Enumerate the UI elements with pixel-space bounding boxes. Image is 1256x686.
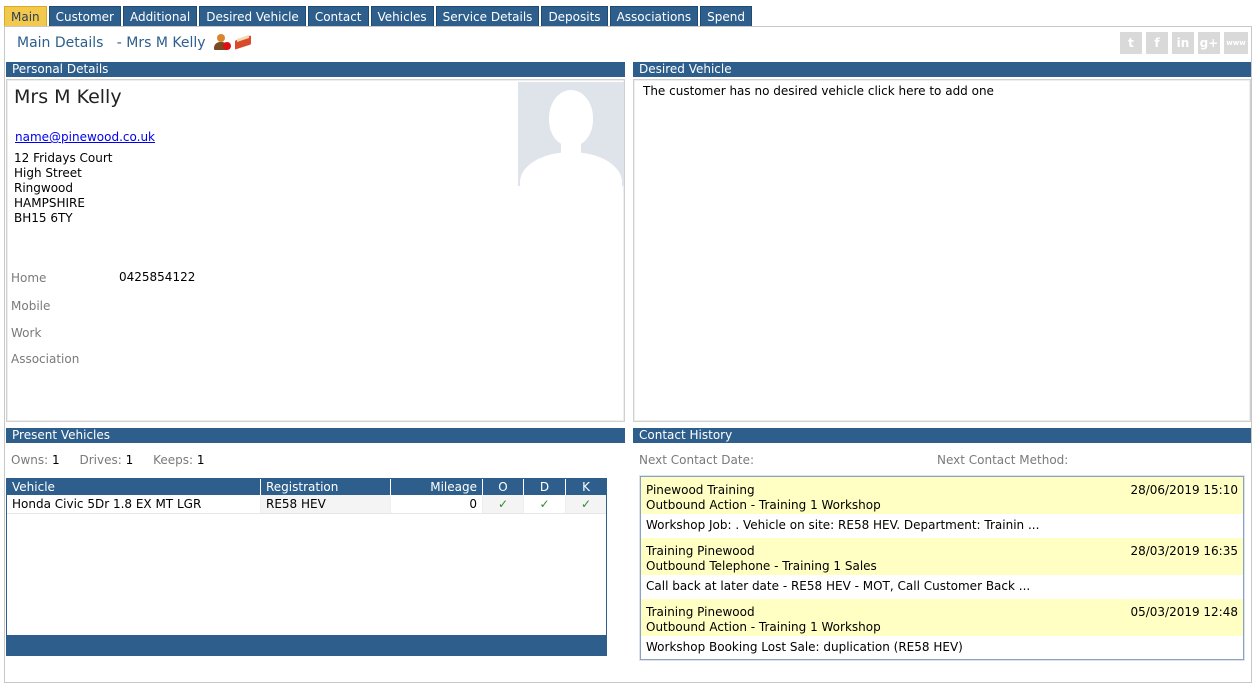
phone-label-work: Work bbox=[11, 326, 42, 340]
list-item[interactable]: Training Pinewood Outbound Telephone - T… bbox=[641, 538, 1243, 599]
web-icon[interactable]: www bbox=[1224, 32, 1248, 54]
keeps-label: Keeps: bbox=[153, 453, 194, 467]
page-title-label: Main Details bbox=[17, 35, 104, 51]
history-datetime: 28/03/2019 16:35 bbox=[1130, 544, 1238, 558]
tab-customer[interactable]: Customer bbox=[48, 6, 121, 27]
column-header-mileage[interactable]: Mileage bbox=[391, 479, 483, 495]
history-note: Workshop Booking Lost Sale: duplication … bbox=[641, 636, 1243, 659]
address-line: High Street bbox=[14, 166, 82, 180]
contact-history-heading: Contact History bbox=[633, 428, 1251, 443]
facebook-icon[interactable]: f bbox=[1146, 32, 1168, 54]
add-desired-vehicle-link[interactable]: The customer has no desired vehicle clic… bbox=[643, 84, 994, 98]
customer-name: Mrs M Kelly bbox=[14, 86, 122, 108]
next-contact-method-label: Next Contact Method: bbox=[937, 453, 1069, 467]
address: 12 Fridays Court High Street Ringwood HA… bbox=[14, 151, 112, 226]
tab-desired-vehicle[interactable]: Desired Vehicle bbox=[199, 6, 306, 27]
table-header: Vehicle Registration Mileage O D K bbox=[7, 479, 606, 495]
desired-vehicle-heading: Desired Vehicle bbox=[633, 62, 1251, 77]
history-item-header: Training Pinewood Outbound Action - Trai… bbox=[641, 599, 1243, 636]
user-warning-icon[interactable] bbox=[212, 33, 231, 51]
history-datetime: 05/03/2019 12:48 bbox=[1130, 605, 1238, 619]
keeps-check-icon: ✓ bbox=[566, 495, 606, 513]
desired-vehicle-panel bbox=[633, 79, 1251, 422]
tab-spend[interactable]: Spend bbox=[700, 6, 752, 27]
email-link[interactable]: name@pinewood.co.uk bbox=[15, 130, 155, 144]
phone-label-mobile: Mobile bbox=[11, 299, 51, 313]
drives-check-icon: ✓ bbox=[524, 495, 566, 513]
google-plus-icon[interactable]: g+ bbox=[1198, 32, 1220, 54]
phone-label-association: Association bbox=[11, 352, 80, 366]
drives-label: Drives: bbox=[79, 453, 122, 467]
vehicle-cell: Honda Civic 5Dr 1.8 EX MT LGR bbox=[7, 495, 261, 513]
phone-label-home: Home bbox=[11, 271, 47, 285]
page-title: Main Details - Mrs M Kelly bbox=[17, 35, 206, 51]
owns-check-icon: ✓ bbox=[483, 495, 524, 513]
history-note: Workshop Job: . Vehicle on site: RE58 HE… bbox=[641, 514, 1243, 538]
mileage-cell: 0 bbox=[391, 495, 483, 513]
owns-value: 1 bbox=[52, 453, 60, 467]
history-item-header: Pinewood Training Outbound Action - Trai… bbox=[641, 477, 1243, 514]
address-line: 12 Fridays Court bbox=[14, 151, 113, 165]
address-line: BH15 6TY bbox=[14, 211, 73, 225]
present-vehicles-table: Vehicle Registration Mileage O D K Honda… bbox=[6, 478, 607, 656]
registration-cell: RE58 HEV bbox=[261, 495, 391, 513]
column-header-drives[interactable]: D bbox=[524, 479, 566, 495]
tab-bar: Main Customer Additional Desired Vehicle… bbox=[4, 6, 754, 27]
table-footer bbox=[7, 635, 606, 655]
address-line: Ringwood bbox=[14, 181, 74, 195]
vehicle-counts: Owns: 1 Drives: 1 Keeps: 1 bbox=[11, 453, 220, 467]
column-header-keeps[interactable]: K bbox=[566, 479, 606, 495]
history-action: Outbound Telephone - Training 1 Sales bbox=[646, 559, 877, 573]
keeps-value: 1 bbox=[196, 453, 205, 467]
contact-history-list: Pinewood Training Outbound Action - Trai… bbox=[640, 476, 1244, 660]
avatar[interactable] bbox=[518, 82, 624, 186]
next-contact-date-label: Next Contact Date: bbox=[639, 453, 754, 467]
header-icons bbox=[212, 33, 252, 51]
book-icon[interactable] bbox=[234, 33, 252, 51]
tab-associations[interactable]: Associations bbox=[609, 6, 699, 27]
history-action: Outbound Action - Training 1 Workshop bbox=[646, 498, 881, 512]
history-item-header: Training Pinewood Outbound Telephone - T… bbox=[641, 538, 1243, 575]
history-note: Call back at later date - RE58 HEV - MOT… bbox=[641, 575, 1243, 599]
tab-vehicles[interactable]: Vehicles bbox=[370, 6, 434, 27]
list-item[interactable]: Pinewood Training Outbound Action - Trai… bbox=[641, 477, 1243, 538]
present-vehicles-heading: Present Vehicles bbox=[6, 428, 625, 443]
owns-label: Owns: bbox=[11, 453, 49, 467]
tab-additional[interactable]: Additional bbox=[122, 6, 198, 27]
twitter-icon[interactable]: t bbox=[1120, 32, 1142, 54]
social-links: t f in g+ www bbox=[1120, 32, 1248, 54]
phone-value-home: 0425854122 bbox=[119, 270, 196, 284]
history-action: Outbound Action - Training 1 Workshop bbox=[646, 620, 881, 634]
tab-deposits[interactable]: Deposits bbox=[541, 6, 608, 27]
history-datetime: 28/06/2019 15:10 bbox=[1130, 483, 1238, 497]
customer-name-title: - Mrs M Kelly bbox=[116, 35, 206, 51]
column-header-owns[interactable]: O bbox=[483, 479, 524, 495]
tab-contact[interactable]: Contact bbox=[307, 6, 369, 27]
list-item[interactable]: Training Pinewood Outbound Action - Trai… bbox=[641, 599, 1243, 659]
table-row[interactable]: Honda Civic 5Dr 1.8 EX MT LGR RE58 HEV 0… bbox=[7, 495, 606, 514]
column-header-registration[interactable]: Registration bbox=[261, 479, 391, 495]
tab-service-details[interactable]: Service Details bbox=[435, 6, 540, 27]
address-line: HAMPSHIRE bbox=[14, 196, 85, 210]
tab-main[interactable]: Main bbox=[4, 6, 47, 27]
personal-details-heading: Personal Details bbox=[6, 62, 625, 77]
column-header-vehicle[interactable]: Vehicle bbox=[7, 479, 261, 495]
linkedin-icon[interactable]: in bbox=[1172, 32, 1194, 54]
drives-value: 1 bbox=[125, 453, 134, 467]
